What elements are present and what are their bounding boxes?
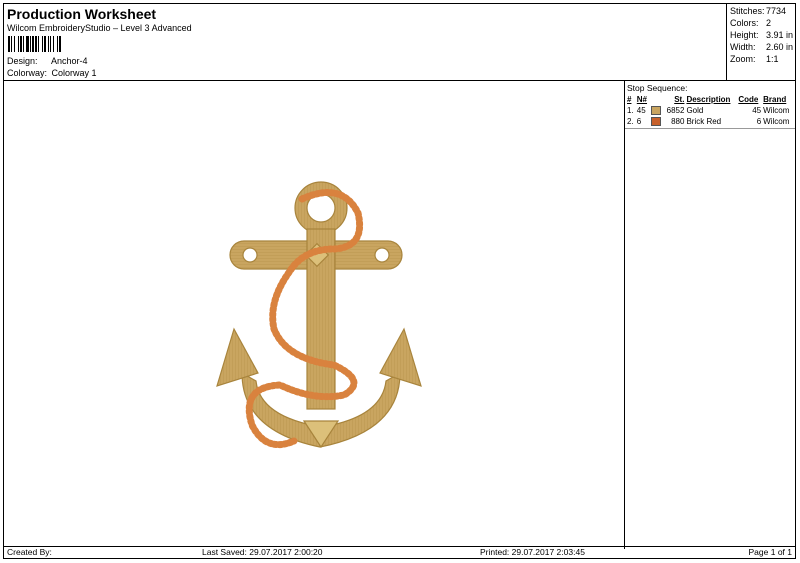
header-needle: N#	[636, 95, 648, 104]
created-by: Created By:	[7, 547, 52, 557]
row-code: 6	[756, 117, 762, 126]
worksheet-footer: Created By: Last Saved: 29.07.2017 2:00:…	[4, 546, 795, 558]
color-swatch	[650, 117, 661, 127]
stop-sequence-table: # N# St. Description Code Brand 1. 45 68…	[626, 94, 794, 127]
barcode-icon	[8, 36, 61, 52]
row-brand: Wilcom	[763, 106, 790, 115]
zoom-value: 1:1	[766, 54, 779, 64]
last-saved: Last Saved: 29.07.2017 2:00:20	[202, 547, 323, 557]
row-brand: Wilcom	[763, 117, 790, 126]
printed-date: Printed: 29.07.2017 2:03:45	[480, 547, 585, 557]
stitches-label: Stitches:	[730, 6, 765, 16]
software-subtitle: Wilcom EmbroideryStudio – Level 3 Advanc…	[7, 23, 192, 33]
header-code: Code	[738, 95, 759, 104]
colors-label: Colors:	[730, 18, 759, 28]
height-row: Height: 3.91 in	[730, 30, 793, 40]
colors-row: Colors: 2	[730, 18, 771, 28]
row-index: 1.	[627, 106, 634, 115]
row-description: Brick Red	[686, 117, 722, 126]
stop-sequence-title: Stop Sequence:	[627, 83, 688, 93]
table-row: 1. 45 6852 Gold 45 Wilcom	[626, 105, 794, 116]
page-number: Page 1 of 1	[748, 547, 792, 557]
worksheet-header: Production Worksheet Wilcom EmbroiderySt…	[4, 4, 795, 81]
color-swatch	[650, 106, 661, 116]
width-label: Width:	[730, 42, 756, 52]
row-needle: 6	[636, 117, 642, 126]
zoom-label: Zoom:	[730, 54, 756, 64]
row-stitches: 880	[671, 117, 685, 126]
row-needle: 45	[636, 106, 646, 115]
colorway-label: Colorway:	[7, 68, 48, 78]
width-value: 2.60 in	[766, 42, 794, 52]
design-stats: Stitches:7734 Colors: 2 Height: 3.91 in Wi…	[726, 4, 795, 80]
zoom-row: Zoom: 1:1	[730, 54, 779, 64]
header-stitches: St.	[674, 95, 685, 104]
row-swatch	[650, 116, 664, 127]
design-row: Design: Anchor-4	[7, 56, 88, 66]
header-index: #	[627, 95, 632, 104]
anchor-embroidery-image	[216, 181, 422, 449]
header-description: Description	[686, 95, 731, 104]
stitches-row: Stitches:7734	[730, 6, 786, 16]
height-label: Height:	[730, 30, 759, 40]
page-title: Production Worksheet	[7, 6, 157, 22]
design-value: Anchor-4	[51, 56, 88, 66]
stitches-value: 7734	[766, 6, 787, 16]
worksheet-page: Production Worksheet Wilcom EmbroiderySt…	[3, 3, 796, 559]
header-brand: Brand	[763, 95, 787, 104]
row-swatch	[650, 105, 664, 116]
row-description: Gold	[686, 106, 704, 115]
colorway-row: Colorway: Colorway 1	[7, 68, 97, 78]
colors-value: 2	[766, 18, 772, 28]
design-preview-canvas	[4, 81, 625, 549]
table-header-row: # N# St. Description Code Brand	[626, 94, 794, 105]
panel-divider	[625, 128, 795, 129]
row-index: 2.	[627, 117, 634, 126]
row-code: 45	[752, 106, 762, 115]
design-label: Design:	[7, 56, 38, 66]
row-stitches: 6852	[666, 106, 685, 115]
width-row: Width: 2.60 in	[730, 42, 793, 52]
table-row: 2. 6 880 Brick Red 6 Wilcom	[626, 116, 794, 127]
height-value: 3.91 in	[766, 30, 794, 40]
colorway-value: Colorway 1	[51, 68, 97, 78]
stop-sequence-panel: Stop Sequence: # N# St. Description Code…	[624, 80, 795, 549]
